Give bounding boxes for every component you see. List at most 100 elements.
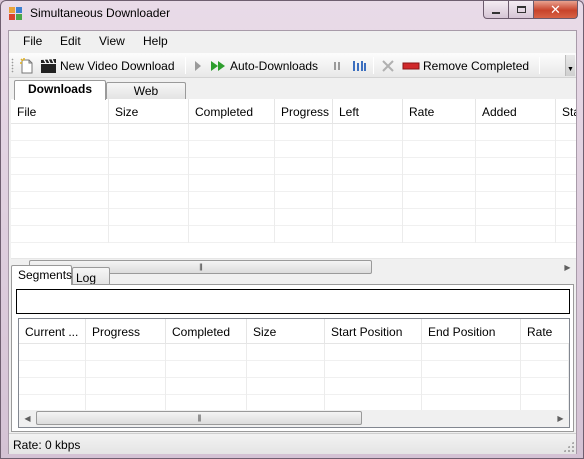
auto-downloads-button[interactable]: Auto-Downloads <box>210 56 318 75</box>
empty-row <box>19 378 569 395</box>
tab-downloads[interactable]: Downloads <box>14 80 106 100</box>
maximize-button[interactable] <box>509 1 534 19</box>
empty-cell <box>556 141 576 158</box>
menu-file[interactable]: File <box>23 34 42 48</box>
empty-row <box>19 344 569 361</box>
empty-cell <box>556 209 576 226</box>
empty-cell <box>86 344 166 361</box>
empty-cell <box>189 175 275 192</box>
col-end-position[interactable]: End Position <box>422 319 521 344</box>
resize-grip-icon[interactable] <box>563 441 574 452</box>
empty-cell <box>403 141 476 158</box>
empty-cell <box>403 124 476 141</box>
pause-icon <box>334 61 340 70</box>
empty-row <box>11 226 576 243</box>
segments-tabpage: Current ... Progress Completed Size Star… <box>11 284 574 432</box>
pause-all-button[interactable] <box>351 56 367 75</box>
remove-bar-icon <box>402 62 420 69</box>
col-size[interactable]: Size <box>109 99 189 124</box>
empty-cell <box>11 158 109 175</box>
minimize-button[interactable] <box>483 1 509 19</box>
empty-cell <box>422 361 521 378</box>
empty-cell <box>109 124 189 141</box>
scroll-right-icon[interactable]: ▶ <box>552 410 569 426</box>
col-added[interactable]: Added <box>476 99 556 124</box>
col-status[interactable]: Status <box>556 99 576 124</box>
empty-cell <box>403 158 476 175</box>
col-seg-completed[interactable]: Completed <box>166 319 247 344</box>
empty-row <box>19 361 569 378</box>
col-completed[interactable]: Completed <box>189 99 275 124</box>
col-current[interactable]: Current ... <box>19 319 86 344</box>
toolbar-overflow-button[interactable]: ▼ <box>565 55 575 76</box>
segments-list[interactable]: Current ... Progress Completed Size Star… <box>18 318 570 428</box>
empty-cell <box>86 361 166 378</box>
empty-cell <box>325 361 422 378</box>
tab-log[interactable]: Log <box>72 267 110 285</box>
empty-cell <box>333 209 403 226</box>
menu-edit[interactable]: Edit <box>60 34 81 48</box>
empty-cell <box>189 124 275 141</box>
menu-help[interactable]: Help <box>143 34 168 48</box>
empty-cell <box>109 141 189 158</box>
tab-web-spider[interactable]: Web Spider <box>106 82 186 112</box>
empty-cell <box>403 209 476 226</box>
empty-cell <box>333 226 403 243</box>
empty-cell <box>109 226 189 243</box>
col-seg-size[interactable]: Size <box>247 319 325 344</box>
empty-cell <box>422 378 521 395</box>
empty-cell <box>556 192 576 209</box>
col-rate[interactable]: Rate <box>403 99 476 124</box>
empty-cell <box>11 209 109 226</box>
pause-button[interactable] <box>331 56 343 75</box>
main-tabstrip: Downloads Web Spider <box>9 80 576 112</box>
empty-cell <box>275 141 333 158</box>
scroll-thumb[interactable]: ||| <box>36 411 362 425</box>
empty-cell <box>333 141 403 158</box>
empty-cell <box>11 226 109 243</box>
empty-cell <box>109 209 189 226</box>
empty-cell <box>189 192 275 209</box>
new-video-download-button[interactable]: New Video Download <box>40 56 175 75</box>
detail-tabstrip: Segments Log <box>9 265 576 285</box>
start-button[interactable] <box>193 56 203 75</box>
empty-cell <box>166 361 247 378</box>
empty-cell <box>11 175 109 192</box>
chevron-down-icon: ▼ <box>567 66 574 73</box>
empty-cell <box>556 175 576 192</box>
scroll-left-icon[interactable]: ◀ <box>19 410 36 426</box>
downloads-grid <box>11 124 576 243</box>
play-icon <box>195 60 201 71</box>
col-seg-progress[interactable]: Progress <box>86 319 166 344</box>
empty-cell <box>476 141 556 158</box>
col-file[interactable]: File <box>11 99 109 124</box>
toolbar-separator <box>185 57 186 74</box>
empty-cell <box>333 124 403 141</box>
downloads-list[interactable]: File Size Completed Progress Left Rate A… <box>11 99 576 258</box>
maximize-icon <box>516 6 526 13</box>
col-seg-rate[interactable]: Rate <box>521 319 569 344</box>
empty-row <box>11 175 576 192</box>
remove-button[interactable] <box>380 56 396 75</box>
empty-cell <box>275 158 333 175</box>
menu-view[interactable]: View <box>99 34 125 48</box>
empty-cell <box>19 361 86 378</box>
close-button[interactable]: ✕ <box>534 1 578 19</box>
remove-completed-button[interactable]: Remove Completed <box>402 56 529 75</box>
col-left[interactable]: Left <box>333 99 403 124</box>
empty-cell <box>275 209 333 226</box>
empty-cell <box>521 361 569 378</box>
segments-hscrollbar[interactable]: ◀ ||| ▶ <box>19 410 569 427</box>
empty-cell <box>247 344 325 361</box>
tab-segments[interactable]: Segments <box>11 265 72 285</box>
toolbar-separator <box>539 57 540 74</box>
new-download-button[interactable] <box>19 56 35 75</box>
downloads-list-header: File Size Completed Progress Left Rate A… <box>11 99 576 124</box>
title-bar[interactable]: Simultaneous Downloader ✕ <box>1 1 583 27</box>
toolbar-grip[interactable] <box>11 58 14 73</box>
empty-cell <box>11 124 109 141</box>
col-progress[interactable]: Progress <box>275 99 333 124</box>
col-start-position[interactable]: Start Position <box>325 319 422 344</box>
app-icon <box>9 7 22 20</box>
pause-all-icon <box>353 60 366 71</box>
